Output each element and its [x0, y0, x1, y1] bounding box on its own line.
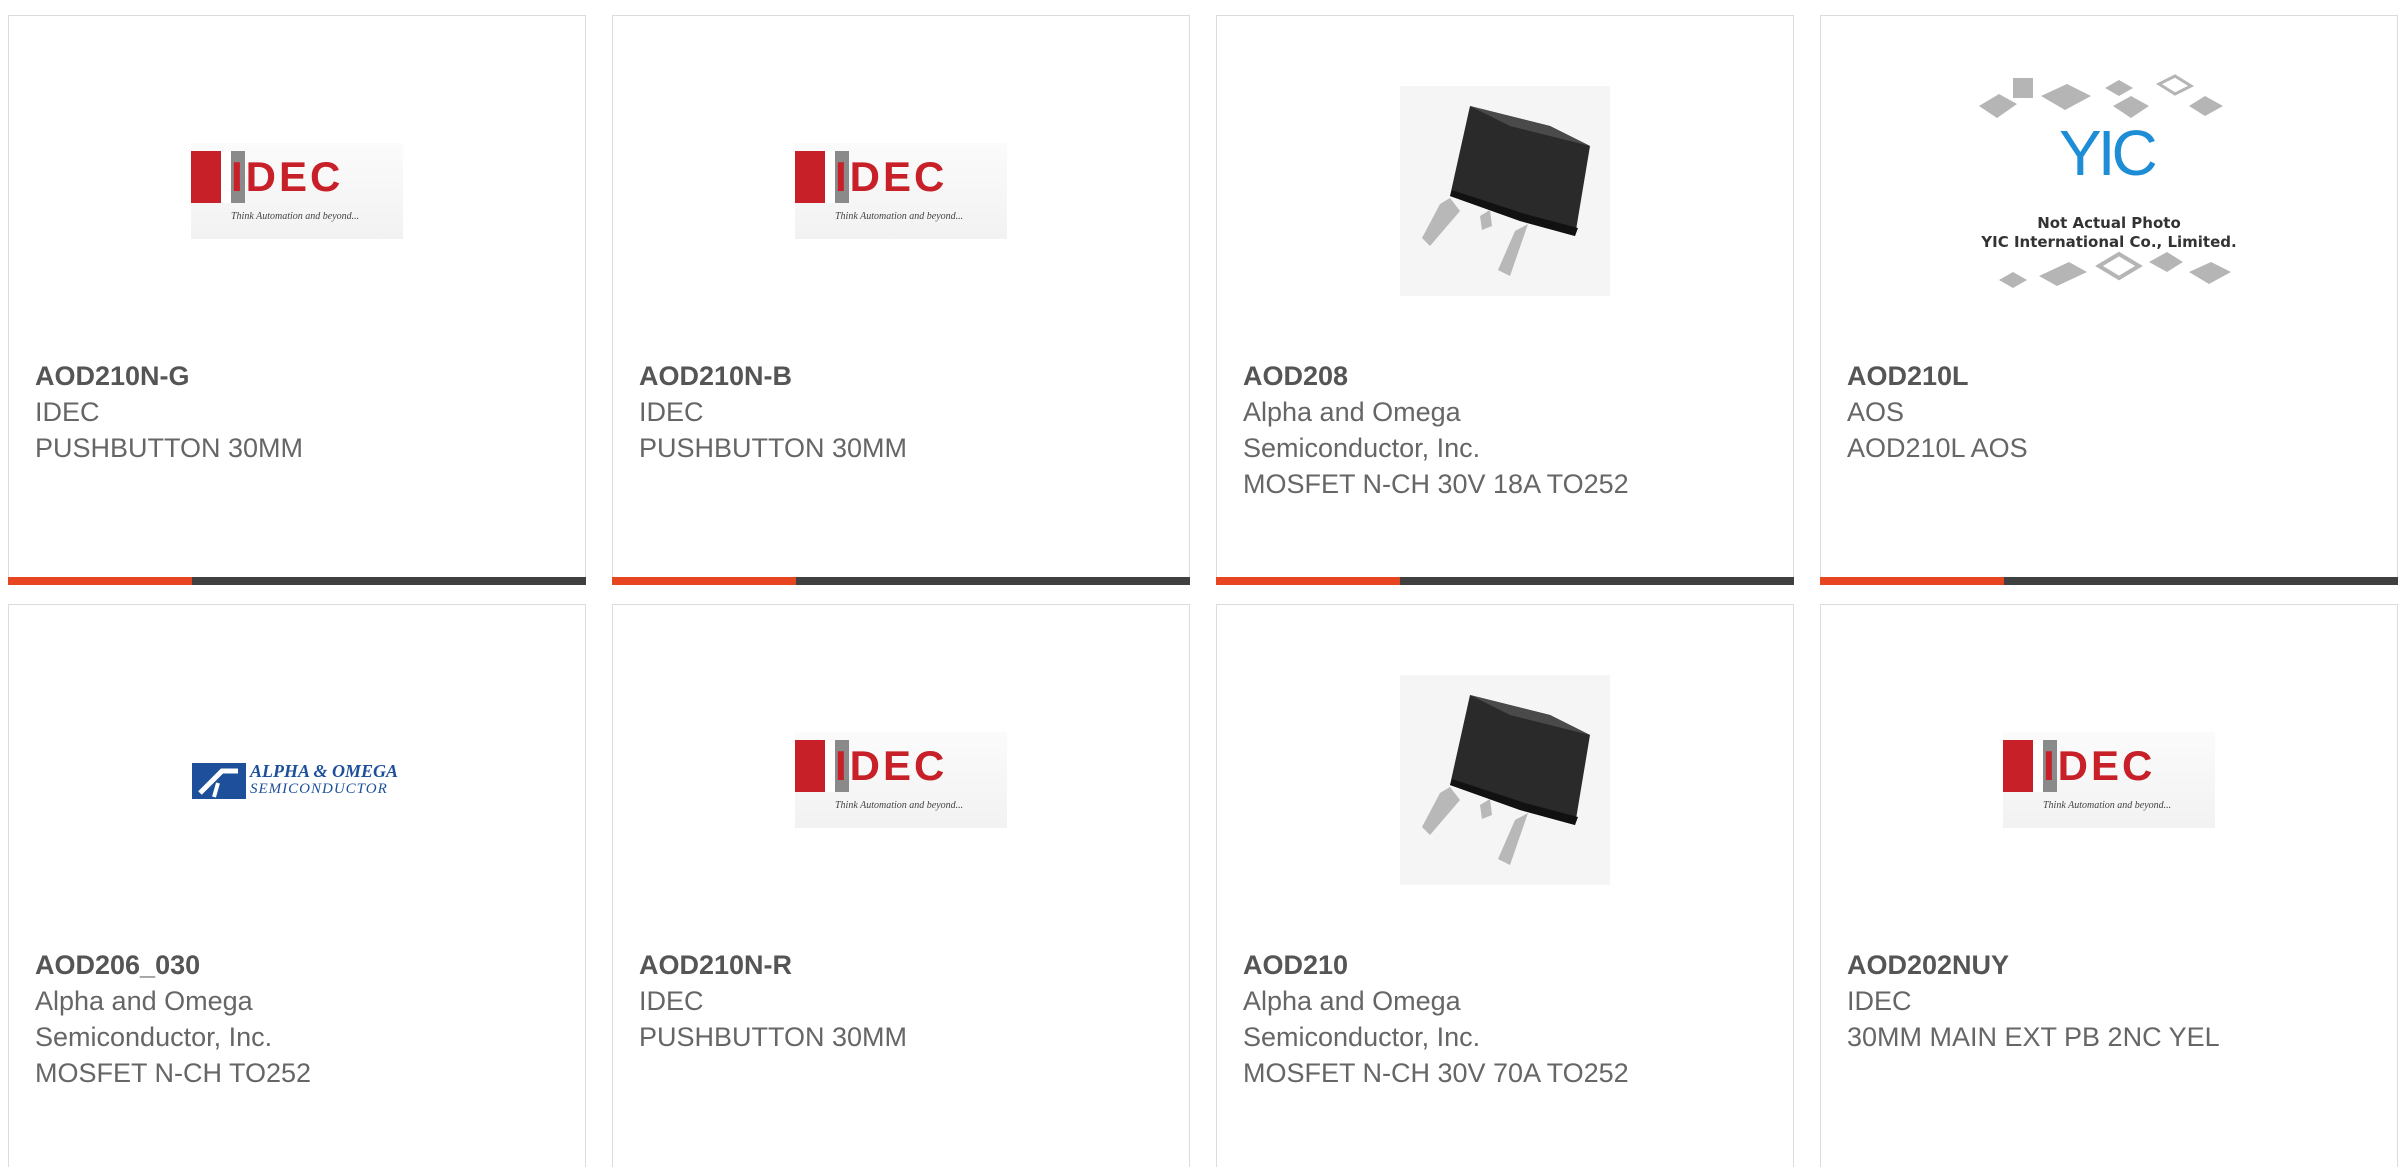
card-bottom-bar [8, 577, 586, 585]
manufacturer: AOS [1847, 397, 1905, 427]
part-number[interactable]: AOD210 [1243, 947, 1773, 983]
alpha-omega-logo-icon: ALPHA & OMEGA SEMICONDUCTOR [192, 755, 402, 805]
product-image[interactable]: IDEC Think Automation and beyond... [1821, 645, 2397, 915]
part-number[interactable]: AOD210L [1847, 358, 2377, 394]
part-number[interactable]: AOD206_030 [35, 947, 565, 983]
not-actual-photo-icon: YIC Not Actual Photo YIC International Co… [1969, 66, 2249, 316]
product-card[interactable]: IDEC Think Automation and beyond... AOD2… [612, 15, 1190, 585]
idec-logo-icon: IDEC Think Automation and beyond... [795, 143, 1007, 239]
manufacturer: IDEC [35, 397, 100, 427]
manufacturer: IDEC [639, 986, 704, 1016]
product-image[interactable] [1217, 645, 1793, 915]
product-card[interactable]: AOD208 Alpha and Omega Semiconductor, In… [1216, 15, 1794, 585]
part-number[interactable]: AOD202NUY [1847, 947, 2377, 983]
part-number[interactable]: AOD210N-B [639, 358, 1169, 394]
idec-logo-icon: IDEC Think Automation and beyond... [2003, 732, 2215, 828]
product-card[interactable]: IDEC Think Automation and beyond... AOD2… [612, 604, 1190, 1167]
part-number[interactable]: AOD210N-R [639, 947, 1169, 983]
description: PUSHBUTTON 30MM [639, 1022, 908, 1052]
product-image[interactable]: IDEC Think Automation and beyond... [9, 56, 585, 326]
manufacturer: IDEC [639, 397, 704, 427]
product-card[interactable]: AOD210 Alpha and Omega Semiconductor, In… [1216, 604, 1794, 1167]
description: PUSHBUTTON 30MM [35, 433, 304, 463]
product-image[interactable]: IDEC Think Automation and beyond... [613, 56, 1189, 326]
product-card[interactable]: IDEC Think Automation and beyond... AOD2… [1820, 604, 2398, 1167]
description: MOSFET N-CH TO252 [35, 1058, 312, 1088]
description: PUSHBUTTON 30MM [639, 433, 908, 463]
to252-chip-icon [1400, 675, 1610, 885]
to252-chip-icon [1400, 86, 1610, 296]
part-number[interactable]: AOD208 [1243, 358, 1773, 394]
manufacturer: Semiconductor, Inc. [35, 1022, 273, 1052]
description: MOSFET N-CH 30V 70A TO252 [1243, 1058, 1629, 1088]
product-image[interactable]: YIC Not Actual Photo YIC International Co… [1821, 56, 2397, 326]
product-image[interactable] [1217, 56, 1793, 326]
description: 30MM MAIN EXT PB 2NC YEL [1847, 1022, 2220, 1052]
idec-logo-icon: IDEC Think Automation and beyond... [795, 732, 1007, 828]
part-number[interactable]: AOD210N-G [35, 358, 565, 394]
product-image[interactable]: IDEC Think Automation and beyond... [613, 645, 1189, 915]
product-image[interactable]: ALPHA & OMEGA SEMICONDUCTOR [9, 645, 585, 915]
product-card[interactable]: ALPHA & OMEGA SEMICONDUCTOR AOD206_030 A… [8, 604, 586, 1167]
manufacturer: IDEC [1847, 986, 1912, 1016]
manufacturer: Semiconductor, Inc. [1243, 433, 1481, 463]
manufacturer: Alpha and Omega [1243, 397, 1461, 427]
card-bottom-bar [1216, 577, 1794, 585]
card-bottom-bar [612, 577, 1190, 585]
manufacturer: Alpha and Omega [1243, 986, 1461, 1016]
manufacturer: Alpha and Omega [35, 986, 253, 1016]
description: AOD210L AOS [1847, 433, 2028, 463]
product-card[interactable]: IDEC Think Automation and beyond... AOD2… [8, 15, 586, 585]
idec-logo-icon: IDEC Think Automation and beyond... [191, 143, 403, 239]
product-card[interactable]: YIC Not Actual Photo YIC International Co… [1820, 15, 2398, 585]
card-bottom-bar [1820, 577, 2398, 585]
description: MOSFET N-CH 30V 18A TO252 [1243, 469, 1629, 499]
manufacturer: Semiconductor, Inc. [1243, 1022, 1481, 1052]
